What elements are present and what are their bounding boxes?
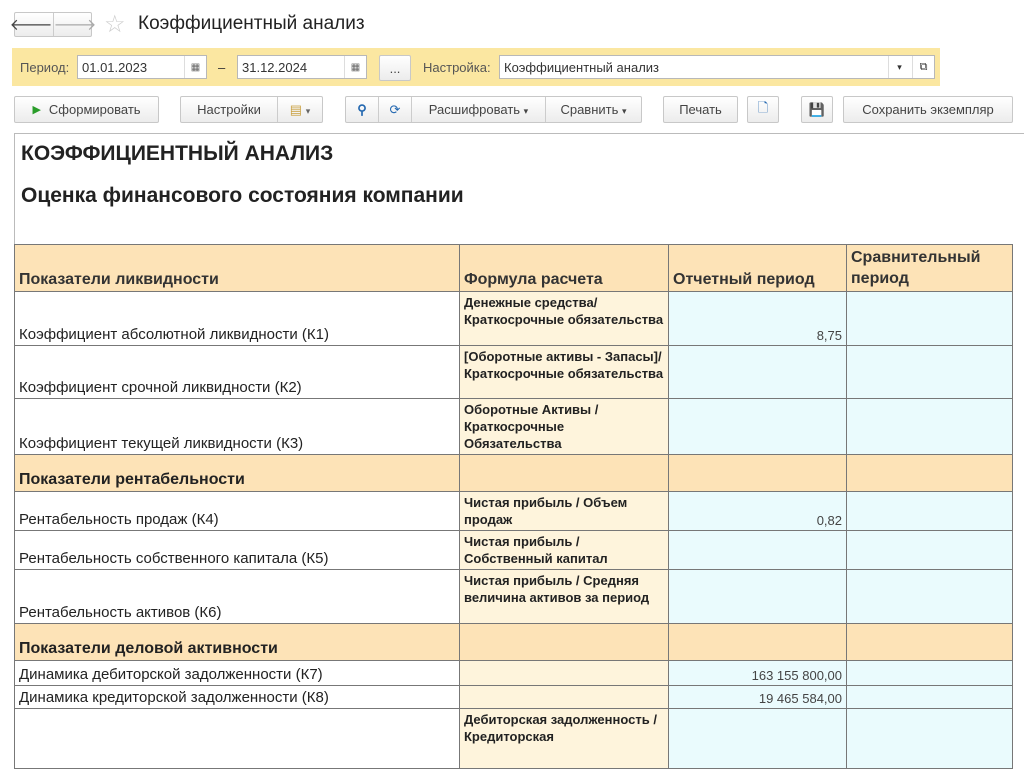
table-row: Рентабельность продаж (К4)Чистая прибыль… <box>15 492 1013 531</box>
window-title: Коэффициентный анализ <box>138 13 365 35</box>
empty-cell <box>847 455 1013 492</box>
formula-cell[interactable]: Денежные средства/ Краткосрочные обязате… <box>460 292 669 346</box>
formula-cell[interactable]: Чистая прибыль / Собственный капитал <box>460 531 669 570</box>
indicator-name[interactable]: Рентабельность активов (К6) <box>15 570 460 624</box>
compare-value[interactable] <box>847 661 1013 686</box>
indicator-name[interactable]: Коэффициент абсолютной ликвидности (К1) <box>15 292 460 346</box>
table-row: Коэффициент текущей ликвидности (К3)Обор… <box>15 399 1013 455</box>
current-value[interactable] <box>669 346 847 399</box>
indicator-name[interactable]: Динамика дебиторской задолженности (К7) <box>15 661 460 686</box>
formula-cell[interactable]: Дебиторская задолженность / Кредиторская <box>460 709 669 769</box>
decode-label: Расшифровать <box>429 102 520 117</box>
preview-icon[interactable]: 🗋 <box>747 96 779 123</box>
compare-value[interactable] <box>847 399 1013 455</box>
decode-group: ⚲ ⟳ Расшифровать ▾ Сравнить ▾ <box>345 96 642 123</box>
empty-cell <box>669 455 847 492</box>
table-row: Динамика дебиторской задолженности (К7) 1… <box>15 661 1013 686</box>
formula-cell[interactable]: Чистая прибыль / Средняя величина активо… <box>460 570 669 624</box>
indicator-name[interactable] <box>15 709 460 769</box>
save-copy-button[interactable]: Сохранить экземпляр <box>843 96 1013 123</box>
section-title: Показатели деловой активности <box>15 624 460 661</box>
search-settings-icon[interactable]: ⟳ <box>379 102 411 118</box>
play-icon: ▶ <box>32 103 40 116</box>
table-row: Дебиторская задолженность / Кредиторская <box>15 709 1013 769</box>
formula-cell[interactable]: Оборотные Активы / Краткосрочные Обязате… <box>460 399 669 455</box>
report-subtitle: Оценка финансового состояния компании <box>21 184 464 208</box>
section-title: Показатели рентабельности <box>15 455 460 492</box>
current-value[interactable] <box>669 570 847 624</box>
table-row: Рентабельность собственного капитала (К5… <box>15 531 1013 570</box>
header-formula: Формула расчета <box>460 245 669 292</box>
current-value[interactable] <box>669 399 847 455</box>
compare-value[interactable] <box>847 292 1013 346</box>
table-row: Коэффициент абсолютной ликвидности (К1)Д… <box>15 292 1013 346</box>
search-icon[interactable]: ⚲ <box>346 102 378 118</box>
dropdown-arrow-icon[interactable]: ▾ <box>888 56 910 78</box>
compare-value[interactable] <box>847 492 1013 531</box>
settings-button[interactable]: Настройки <box>181 102 277 117</box>
current-value[interactable] <box>669 531 847 570</box>
date-to-value: 31.12.2024 <box>242 60 307 75</box>
empty-cell <box>460 624 669 661</box>
indicator-name[interactable]: Рентабельность продаж (К4) <box>15 492 460 531</box>
period-dash: – <box>218 60 225 75</box>
current-value[interactable]: 19 465 584,00 <box>669 686 847 709</box>
current-value[interactable] <box>669 709 847 769</box>
table-row: Коэффициент срочной ликвидности (К2)[Обо… <box>15 346 1013 399</box>
date-from-value: 01.01.2023 <box>82 60 147 75</box>
compare-value[interactable] <box>847 709 1013 769</box>
compare-value[interactable] <box>847 570 1013 624</box>
forward-button[interactable]: 🡒 <box>54 14 97 35</box>
compare-value[interactable] <box>847 686 1013 709</box>
settings-label: Настройка: <box>423 60 491 75</box>
header-current: Отчетный период <box>669 245 847 292</box>
current-value[interactable]: 0,82 <box>669 492 847 531</box>
generate-button[interactable]: ▶ Сформировать <box>14 96 159 123</box>
back-button[interactable]: 🡐 <box>10 14 53 35</box>
compare-button[interactable]: Сравнить ▾ <box>546 102 641 117</box>
empty-cell <box>460 455 669 492</box>
settings-value: Коэффициентный анализ <box>504 60 659 75</box>
table-header: Показатели ликвидности Формула расчета О… <box>15 245 1013 292</box>
period-select-button[interactable]: ... <box>379 55 411 81</box>
settings-select[interactable]: Коэффициентный анализ ▾ ⧉ <box>499 55 935 79</box>
period-label: Период: <box>20 60 69 75</box>
formula-cell[interactable]: Чистая прибыль / Объем продаж <box>460 492 669 531</box>
formula-cell[interactable] <box>460 686 669 709</box>
ratio-table: Показатели ликвидности Формула расчета О… <box>14 244 1013 769</box>
section-row: Показатели деловой активности <box>15 624 1013 661</box>
table-row: Динамика кредиторской задолженности (К8)… <box>15 686 1013 709</box>
indicator-name[interactable]: Коэффициент срочной ликвидности (К2) <box>15 346 460 399</box>
decode-button[interactable]: Расшифровать ▾ <box>412 102 545 117</box>
indicator-name[interactable]: Рентабельность собственного капитала (К5… <box>15 531 460 570</box>
nav-buttons: 🡐 🡒 <box>14 12 92 37</box>
variant-dropdown[interactable]: ▤ ▾ <box>278 102 322 118</box>
generate-label: Сформировать <box>49 102 141 117</box>
save-icon[interactable]: 💾 <box>801 96 833 123</box>
date-to-input[interactable]: 31.12.2024 ▦ <box>237 55 367 79</box>
indicator-name[interactable]: Динамика кредиторской задолженности (К8) <box>15 686 460 709</box>
date-from-input[interactable]: 01.01.2023 ▦ <box>77 55 207 79</box>
settings-group: Настройки ▤ ▾ <box>180 96 323 123</box>
compare-label: Сравнить <box>560 102 618 117</box>
open-icon[interactable]: ⧉ <box>912 56 934 78</box>
header-indicator: Показатели ликвидности <box>15 245 460 292</box>
current-value[interactable]: 8,75 <box>669 292 847 346</box>
current-value[interactable]: 163 155 800,00 <box>669 661 847 686</box>
calendar-icon[interactable]: ▦ <box>344 56 366 78</box>
favorite-star-icon[interactable]: ☆ <box>104 10 126 39</box>
print-button[interactable]: Печать <box>663 96 738 123</box>
header-compare: Сравнительный период <box>847 245 1013 292</box>
report-title: КОЭФФИЦИЕНТНЫЙ АНАЛИЗ <box>21 142 333 166</box>
calendar-icon[interactable]: ▦ <box>184 56 206 78</box>
table-row: Рентабельность активов (К6)Чистая прибыл… <box>15 570 1013 624</box>
formula-cell[interactable] <box>460 661 669 686</box>
compare-value[interactable] <box>847 531 1013 570</box>
empty-cell <box>847 624 1013 661</box>
indicator-name[interactable]: Коэффициент текущей ликвидности (К3) <box>15 399 460 455</box>
empty-cell <box>669 624 847 661</box>
formula-cell[interactable]: [Оборотные активы - Запасы]/ Краткосрочн… <box>460 346 669 399</box>
compare-value[interactable] <box>847 346 1013 399</box>
section-row: Показатели рентабельности <box>15 455 1013 492</box>
